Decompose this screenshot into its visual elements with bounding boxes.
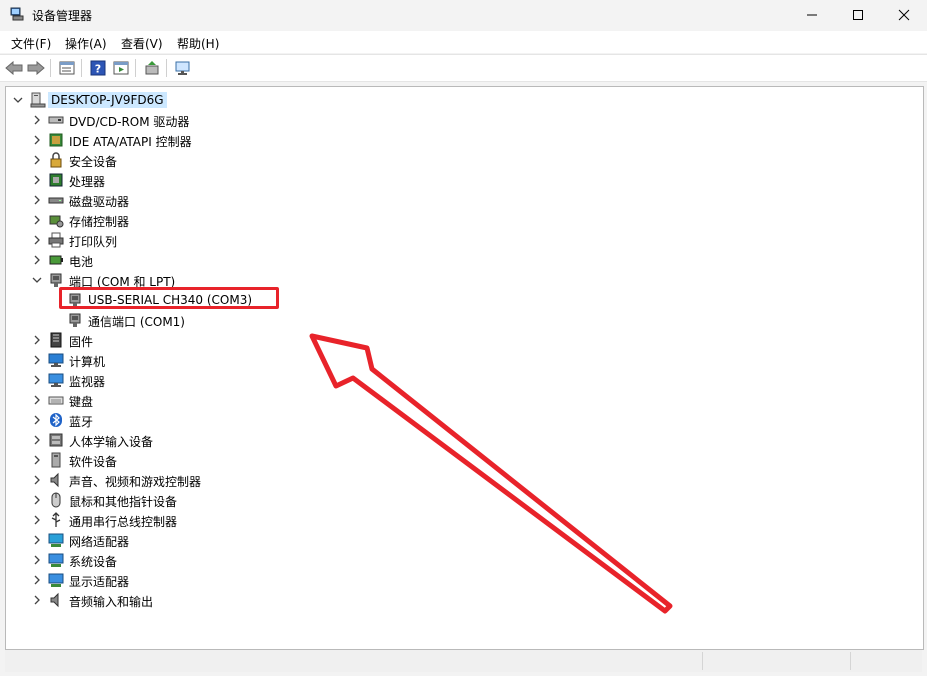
annotation-arrow-icon <box>309 333 673 614</box>
